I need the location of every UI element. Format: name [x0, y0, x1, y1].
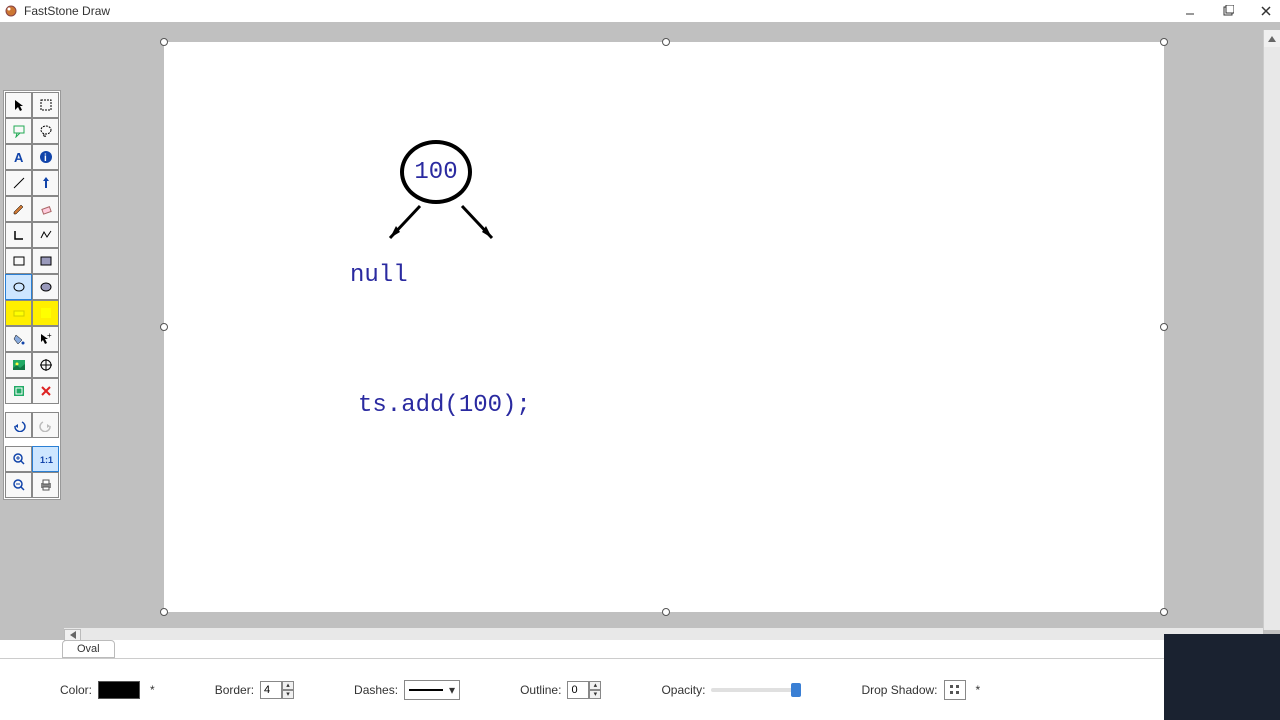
- print-tool[interactable]: [32, 472, 59, 498]
- eraser-tool[interactable]: [32, 196, 59, 222]
- tool-panel: Ai +1:1: [3, 90, 61, 500]
- color-menu-icon[interactable]: *: [150, 683, 155, 697]
- status-tab: Oval: [62, 640, 115, 658]
- selection-handle[interactable]: [662, 38, 670, 46]
- lshape-tool[interactable]: [5, 222, 32, 248]
- selection-handle[interactable]: [662, 608, 670, 616]
- titlebar: FastStone Draw: [0, 0, 1280, 22]
- minimize-button[interactable]: [1180, 1, 1200, 21]
- node-circle[interactable]: 100: [400, 140, 472, 204]
- shadow-label: Drop Shadow:: [861, 683, 937, 697]
- text-null[interactable]: null: [350, 262, 408, 289]
- vertical-scrollbar[interactable]: [1263, 30, 1280, 630]
- arrow-tool[interactable]: [32, 170, 59, 196]
- pointer-tool[interactable]: [5, 92, 32, 118]
- filled-oval-tool[interactable]: [32, 274, 59, 300]
- window-title: FastStone Draw: [24, 4, 1180, 18]
- rectangle-tool[interactable]: [5, 248, 32, 274]
- text-code[interactable]: ts.add(100);: [358, 392, 531, 419]
- property-bar: Color: * Border: ▴▾ Dashes: ▾ Outline: ▴…: [0, 658, 1280, 720]
- color-label: Color:: [60, 683, 92, 697]
- maximize-button[interactable]: [1218, 1, 1238, 21]
- outline-down[interactable]: ▾: [589, 690, 601, 699]
- canvas[interactable]: 100 null ts.add(100);: [164, 42, 1164, 612]
- info-tool[interactable]: i: [32, 144, 59, 170]
- app-icon: [4, 4, 18, 18]
- selection-handle[interactable]: [160, 323, 168, 331]
- undo-tool[interactable]: [5, 412, 32, 438]
- rect-select-tool[interactable]: [32, 92, 59, 118]
- main-area: Ai +1:1 100 null ts.add(100);: [0, 22, 1280, 640]
- zoom-out-tool[interactable]: [5, 472, 32, 498]
- highlighter-tool[interactable]: [5, 300, 32, 326]
- scroll-up-icon[interactable]: [1264, 30, 1280, 47]
- redo-tool[interactable]: [32, 412, 59, 438]
- image-tool[interactable]: [5, 352, 32, 378]
- canvas-viewport: 100 null ts.add(100);: [64, 30, 1263, 628]
- selection-handle[interactable]: [1160, 323, 1168, 331]
- border-up[interactable]: ▴: [282, 681, 294, 690]
- shadow-menu-icon[interactable]: *: [976, 683, 981, 697]
- slider-thumb[interactable]: [791, 683, 801, 697]
- outline-up[interactable]: ▴: [589, 681, 601, 690]
- border-down[interactable]: ▾: [282, 690, 294, 699]
- arrow-left-icon[interactable]: [380, 200, 430, 250]
- svg-text:+: +: [47, 332, 52, 340]
- outline-input[interactable]: [567, 681, 589, 699]
- bucket-tool[interactable]: [5, 326, 32, 352]
- zoom-in-tool[interactable]: [5, 446, 32, 472]
- actual-size-tool[interactable]: 1:1: [32, 446, 59, 472]
- target-tool[interactable]: [32, 352, 59, 378]
- svg-text:A: A: [14, 150, 24, 164]
- svg-text:1:1: 1:1: [40, 455, 53, 465]
- crop-tool[interactable]: [5, 378, 32, 404]
- border-label: Border:: [215, 683, 254, 697]
- text-tool[interactable]: A: [5, 144, 32, 170]
- horizontal-scrollbar[interactable]: [64, 628, 1263, 640]
- dashes-select[interactable]: ▾: [404, 680, 460, 700]
- border-input[interactable]: [260, 681, 282, 699]
- selection-handle[interactable]: [1160, 608, 1168, 616]
- color-picker[interactable]: [98, 681, 140, 699]
- webcam-overlay: [1164, 634, 1280, 720]
- callout-tool[interactable]: [5, 118, 32, 144]
- shadow-picker[interactable]: [944, 680, 966, 700]
- filled-rect-tool[interactable]: [32, 248, 59, 274]
- opacity-slider[interactable]: [711, 688, 801, 692]
- fill-yellow-tool[interactable]: [32, 300, 59, 326]
- polyline-tool[interactable]: [32, 222, 59, 248]
- svg-text:i: i: [44, 153, 47, 164]
- delete-tool[interactable]: [32, 378, 59, 404]
- opacity-label: Opacity:: [661, 683, 705, 697]
- dashes-label: Dashes:: [354, 683, 398, 697]
- free-select-tool[interactable]: [32, 118, 59, 144]
- chevron-down-icon: ▾: [449, 683, 455, 697]
- line-tool[interactable]: [5, 170, 32, 196]
- pencil-tool[interactable]: [5, 196, 32, 222]
- oval-tool[interactable]: [5, 274, 32, 300]
- close-button[interactable]: [1256, 1, 1276, 21]
- selection-handle[interactable]: [160, 38, 168, 46]
- outline-label: Outline:: [520, 683, 561, 697]
- arrow-right-icon[interactable]: [452, 200, 502, 250]
- selection-handle[interactable]: [160, 608, 168, 616]
- selection-handle[interactable]: [1160, 38, 1168, 46]
- cursor-plus-tool[interactable]: +: [32, 326, 59, 352]
